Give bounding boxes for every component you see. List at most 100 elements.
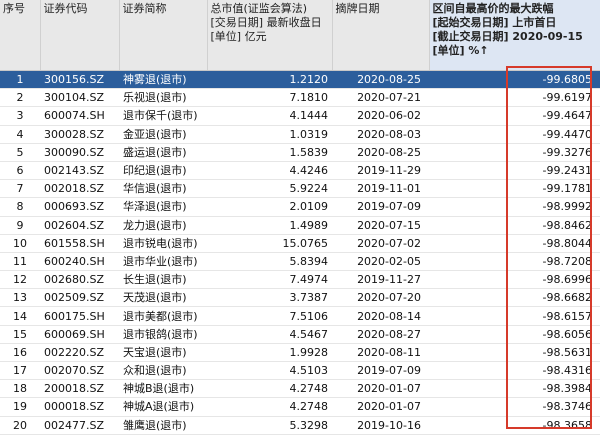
cell-mktcap: 7.4974 (207, 270, 332, 290)
table-row[interactable]: 8 000693.SZ 华泽退(退市) 2.0109 2019-07-09 -98.999… (0, 197, 600, 217)
cell-mktcap: 1.0319 (207, 125, 332, 144)
cell-name: 退市华业(退市) (119, 252, 207, 272)
table-row[interactable]: 9 002604.SZ 龙力退(退市) 1.4989 2020-07-15 -98.846… (0, 216, 600, 235)
cell-code: 300156.SZ (40, 70, 119, 90)
cell-code: 200018.SZ (40, 379, 119, 399)
cell-mktcap: 7.5106 (207, 306, 332, 326)
table-row[interactable]: 17 002070.SZ 众和退(退市) 4.5103 2019-07-09 -98.43… (0, 361, 600, 381)
cell-code: 002220.SZ (40, 343, 119, 363)
cell-delist-date: 2020-06-02 (332, 106, 429, 126)
cell-index: 9 (0, 216, 40, 235)
cell-max-drop: -98.6682 (429, 288, 600, 308)
cell-index: 12 (0, 270, 40, 290)
cell-code: 300090.SZ (40, 143, 119, 162)
stock-table: 序号 证券代码 证券简称 总市值(证监会算法) [交易日期] 最新收盘日 [单位… (0, 0, 600, 435)
header-drop-line4: [单位] %↑ (432, 44, 489, 57)
table-row[interactable]: 19 000018.SZ 神城A退(退市) 4.2748 2020-01-07 -98.3… (0, 397, 600, 417)
cell-mktcap: 4.2748 (207, 397, 332, 417)
table-row[interactable]: 14 600175.SH 退市美都(退市) 7.5106 2020-08-14 -98.6… (0, 306, 600, 326)
table-row[interactable]: 3 600074.SH 退市保千(退市) 4.1444 2020-06-02 -99.46… (0, 106, 600, 126)
table-row[interactable]: 10 601558.SH 退市锐电(退市) 15.0765 2020-07-02 -98.… (0, 234, 600, 253)
cell-max-drop: -98.8462 (429, 216, 600, 235)
table-row[interactable]: 13 002509.SZ 天茂退(退市) 3.7387 2020-07-20 -98.66… (0, 288, 600, 308)
cell-name: 神城B退(退市) (119, 379, 207, 399)
cell-code: 600069.SH (40, 325, 119, 344)
cell-max-drop: -99.6197 (429, 88, 600, 108)
cell-max-drop: -99.4647 (429, 106, 600, 126)
cell-delist-date: 2020-08-25 (332, 143, 429, 162)
table-row[interactable]: 11 600240.SH 退市华业(退市) 5.8394 2020-02-05 -98.7… (0, 252, 600, 272)
cell-code: 300028.SZ (40, 125, 119, 144)
cell-code: 002143.SZ (40, 161, 119, 181)
header-mktcap[interactable]: 总市值(证监会算法) [交易日期] 最新收盘日 [单位] 亿元 (207, 0, 333, 71)
cell-index: 14 (0, 306, 40, 326)
cell-max-drop: -98.4316 (429, 361, 600, 381)
table-row[interactable]: 15 600069.SH 退市银鸽(退市) 4.5467 2020-08-27 -98.6… (0, 325, 600, 344)
cell-name: 印纪退(退市) (119, 161, 207, 181)
cell-delist-date: 2019-11-01 (332, 179, 429, 199)
cell-code: 601558.SH (40, 234, 119, 253)
cell-index: 16 (0, 343, 40, 363)
header-max-drop[interactable]: 区间自最高价的最大跌幅 [起始交易日期] 上市首日 [截止交易日期] 2020-… (429, 0, 600, 71)
cell-index: 5 (0, 143, 40, 162)
cell-index: 8 (0, 197, 40, 217)
cell-mktcap: 2.0109 (207, 197, 332, 217)
cell-index: 1 (0, 70, 40, 90)
cell-max-drop: -99.4470 (429, 125, 600, 144)
table-row[interactable]: 12 002680.SZ 长生退(退市) 7.4974 2019-11-27 -98.69… (0, 270, 600, 290)
header-index[interactable]: 序号 (0, 0, 41, 71)
cell-index: 19 (0, 397, 40, 417)
header-mktcap-line3: [单位] 亿元 (210, 30, 267, 43)
table-row[interactable]: 16 002220.SZ 天宝退(退市) 1.9928 2020-08-11 -98.56… (0, 343, 600, 363)
cell-delist-date: 2020-07-21 (332, 88, 429, 108)
cell-index: 2 (0, 88, 40, 108)
cell-mktcap: 4.5467 (207, 325, 332, 344)
header-delist-date[interactable]: 摘牌日期 (332, 0, 430, 71)
cell-name: 乐视退(退市) (119, 88, 207, 108)
cell-max-drop: -98.3746 (429, 397, 600, 417)
cell-delist-date: 2020-08-03 (332, 125, 429, 144)
cell-name: 金亚退(退市) (119, 125, 207, 144)
table-row[interactable]: 2 300104.SZ 乐视退(退市) 7.1810 2020-07-21 -99.619… (0, 88, 600, 108)
cell-max-drop: -98.3984 (429, 379, 600, 399)
table-row[interactable]: 18 200018.SZ 神城B退(退市) 4.2748 2020-01-07 -98.3… (0, 379, 600, 399)
cell-max-drop: -98.8044 (429, 234, 600, 253)
cell-mktcap: 4.5103 (207, 361, 332, 381)
cell-index: 6 (0, 161, 40, 181)
cell-max-drop: -98.6157 (429, 306, 600, 326)
table-header: 序号 证券代码 证券简称 总市值(证监会算法) [交易日期] 最新收盘日 [单位… (0, 0, 600, 71)
cell-delist-date: 2020-07-20 (332, 288, 429, 308)
table-row[interactable]: 4 300028.SZ 金亚退(退市) 1.0319 2020-08-03 -99.447… (0, 125, 600, 144)
header-name[interactable]: 证券简称 (119, 0, 208, 71)
cell-delist-date: 2020-07-02 (332, 234, 429, 253)
cell-delist-date: 2020-08-14 (332, 306, 429, 326)
cell-name: 盛运退(退市) (119, 143, 207, 162)
cell-max-drop: -99.1781 (429, 179, 600, 199)
header-drop-line3: [截止交易日期] 2020-09-15 (432, 30, 583, 43)
cell-delist-date: 2020-08-25 (332, 70, 429, 90)
cell-delist-date: 2020-02-05 (332, 252, 429, 272)
cell-mktcap: 1.2120 (207, 70, 332, 90)
cell-name: 退市银鸽(退市) (119, 325, 207, 344)
cell-delist-date: 2020-08-11 (332, 343, 429, 363)
cell-code: 600175.SH (40, 306, 119, 326)
table-row[interactable]: 6 002143.SZ 印纪退(退市) 4.4246 2019-11-29 -99.243… (0, 161, 600, 181)
cell-max-drop: -98.7208 (429, 252, 600, 272)
cell-index: 7 (0, 179, 40, 199)
header-code[interactable]: 证券代码 (40, 0, 120, 71)
cell-delist-date: 2019-11-27 (332, 270, 429, 290)
cell-code: 600240.SH (40, 252, 119, 272)
header-mktcap-line2: [交易日期] 最新收盘日 (210, 16, 322, 29)
cell-name: 长生退(退市) (119, 270, 207, 290)
cell-mktcap: 3.7387 (207, 288, 332, 308)
header-mktcap-line1: 总市值(证监会算法) (210, 2, 308, 15)
cell-name: 华信退(退市) (119, 179, 207, 199)
table-row[interactable]: 7 002018.SZ 华信退(退市) 5.9224 2019-11-01 -99.178… (0, 179, 600, 199)
cell-mktcap: 4.4246 (207, 161, 332, 181)
cell-code: 000018.SZ (40, 397, 119, 417)
table-row[interactable]: 1 300156.SZ 神雾退(退市) 1.2120 2020-08-25 -99.680… (0, 70, 600, 90)
cell-code: 000693.SZ (40, 197, 119, 217)
table-row[interactable]: 5 300090.SZ 盛运退(退市) 1.5839 2020-08-25 -99.327… (0, 143, 600, 162)
cell-name: 神雾退(退市) (119, 70, 207, 90)
cell-mktcap: 7.1810 (207, 88, 332, 108)
